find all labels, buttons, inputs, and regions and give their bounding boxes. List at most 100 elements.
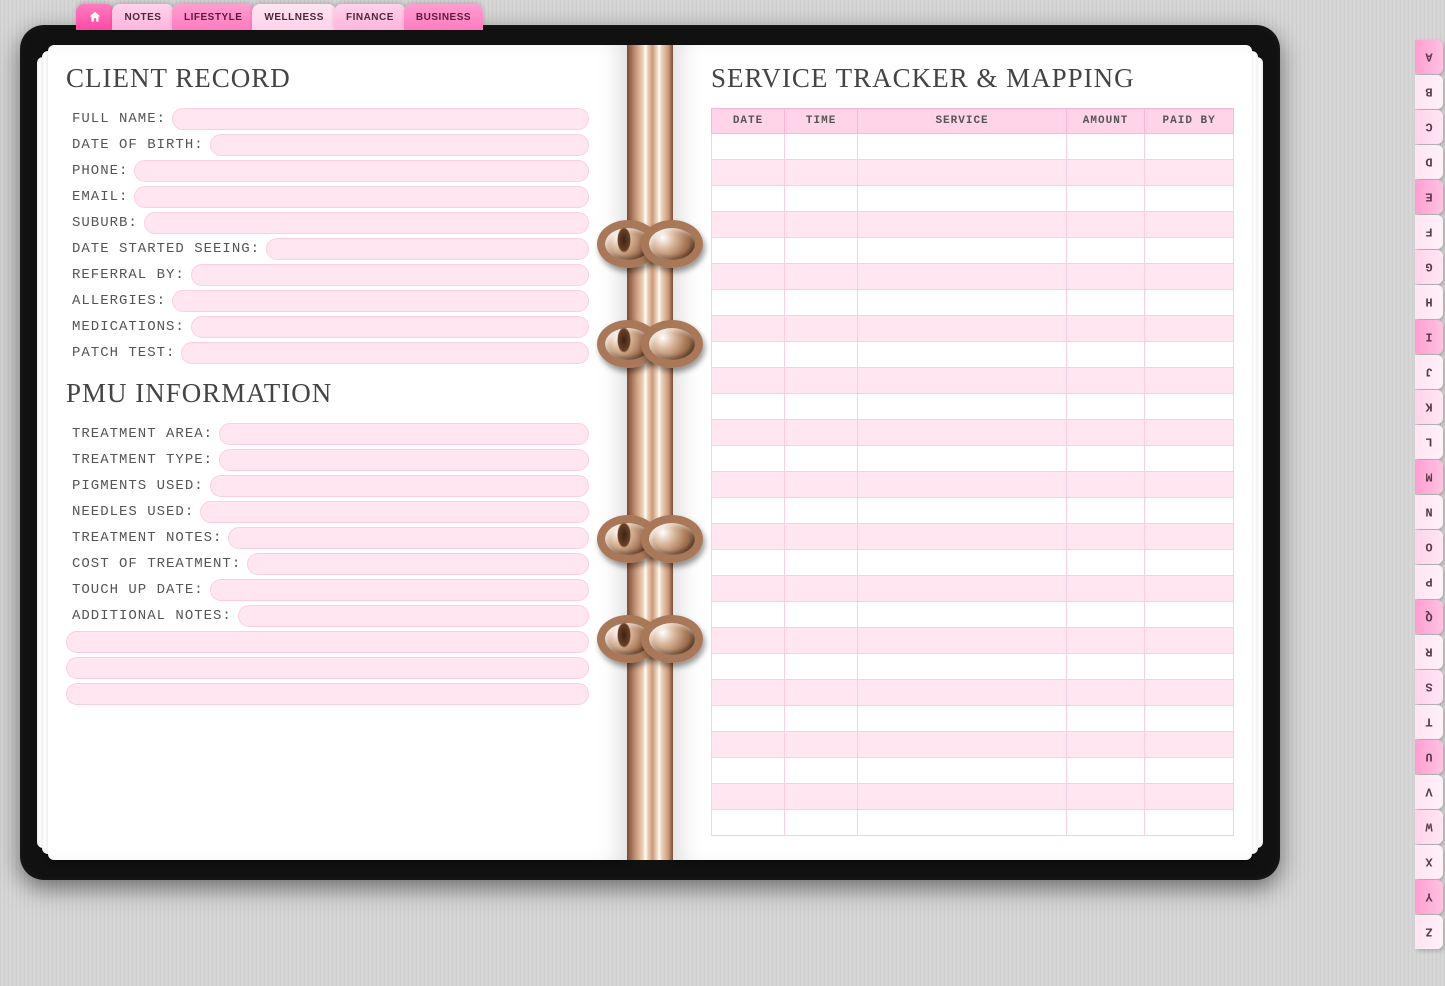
table-cell[interactable] [1145, 758, 1234, 784]
text-input[interactable] [172, 108, 589, 130]
alpha-tab-w[interactable]: W [1415, 810, 1443, 844]
table-cell[interactable] [1145, 134, 1234, 160]
table-cell[interactable] [712, 810, 785, 836]
text-input[interactable] [191, 316, 589, 338]
table-cell[interactable] [858, 446, 1067, 472]
text-input[interactable] [219, 423, 589, 445]
table-cell[interactable] [1145, 160, 1234, 186]
table-cell[interactable] [858, 524, 1067, 550]
table-cell[interactable] [1145, 446, 1234, 472]
alpha-tab-z[interactable]: Z [1415, 915, 1443, 949]
alpha-tab-h[interactable]: H [1415, 285, 1443, 319]
table-cell[interactable] [785, 680, 858, 706]
table-cell[interactable] [1145, 212, 1234, 238]
table-cell[interactable] [712, 498, 785, 524]
table-cell[interactable] [712, 160, 785, 186]
table-cell[interactable] [785, 602, 858, 628]
table-cell[interactable] [1145, 628, 1234, 654]
table-cell[interactable] [785, 810, 858, 836]
table-cell[interactable] [1145, 238, 1234, 264]
table-cell[interactable] [1066, 680, 1144, 706]
table-cell[interactable] [1066, 186, 1144, 212]
table-cell[interactable] [1066, 576, 1144, 602]
table-cell[interactable] [712, 628, 785, 654]
text-input[interactable] [66, 683, 589, 705]
table-cell[interactable] [712, 680, 785, 706]
text-input[interactable] [210, 475, 589, 497]
alpha-tab-c[interactable]: C [1415, 110, 1443, 144]
text-input[interactable] [134, 160, 589, 182]
table-cell[interactable] [1145, 368, 1234, 394]
table-cell[interactable] [1066, 472, 1144, 498]
table-cell[interactable] [712, 472, 785, 498]
table-cell[interactable] [1066, 446, 1144, 472]
table-cell[interactable] [712, 654, 785, 680]
table-cell[interactable] [785, 446, 858, 472]
table-cell[interactable] [785, 238, 858, 264]
table-cell[interactable] [785, 212, 858, 238]
table-cell[interactable] [1066, 316, 1144, 342]
table-cell[interactable] [1145, 524, 1234, 550]
table-cell[interactable] [1145, 264, 1234, 290]
table-cell[interactable] [858, 394, 1067, 420]
table-cell[interactable] [858, 134, 1067, 160]
alpha-tab-f[interactable]: F [1415, 215, 1443, 249]
table-cell[interactable] [1066, 290, 1144, 316]
text-input[interactable] [144, 212, 589, 234]
table-cell[interactable] [1066, 420, 1144, 446]
table-cell[interactable] [1066, 810, 1144, 836]
table-cell[interactable] [1066, 784, 1144, 810]
table-cell[interactable] [712, 784, 785, 810]
table-cell[interactable] [858, 238, 1067, 264]
table-cell[interactable] [1145, 498, 1234, 524]
table-cell[interactable] [712, 342, 785, 368]
table-cell[interactable] [785, 784, 858, 810]
table-cell[interactable] [785, 368, 858, 394]
table-cell[interactable] [712, 368, 785, 394]
tab-business[interactable]: BUSINESS [404, 4, 483, 30]
table-cell[interactable] [712, 446, 785, 472]
table-cell[interactable] [785, 654, 858, 680]
table-cell[interactable] [1145, 316, 1234, 342]
alpha-tab-i[interactable]: I [1415, 320, 1443, 354]
table-cell[interactable] [712, 264, 785, 290]
table-cell[interactable] [1066, 212, 1144, 238]
table-cell[interactable] [785, 524, 858, 550]
table-cell[interactable] [858, 628, 1067, 654]
table-cell[interactable] [858, 784, 1067, 810]
text-input[interactable] [247, 553, 589, 575]
alpha-tab-t[interactable]: T [1415, 705, 1443, 739]
table-cell[interactable] [712, 316, 785, 342]
text-input[interactable] [200, 501, 589, 523]
table-cell[interactable] [1066, 706, 1144, 732]
alpha-tab-v[interactable]: V [1415, 775, 1443, 809]
table-cell[interactable] [1066, 550, 1144, 576]
table-cell[interactable] [1066, 160, 1144, 186]
table-cell[interactable] [785, 264, 858, 290]
table-cell[interactable] [785, 342, 858, 368]
table-cell[interactable] [785, 576, 858, 602]
table-cell[interactable] [858, 342, 1067, 368]
text-input[interactable] [238, 605, 589, 627]
table-cell[interactable] [712, 732, 785, 758]
table-cell[interactable] [785, 316, 858, 342]
table-cell[interactable] [1145, 810, 1234, 836]
table-cell[interactable] [1066, 758, 1144, 784]
alpha-tab-e[interactable]: E [1415, 180, 1443, 214]
table-cell[interactable] [1145, 654, 1234, 680]
table-cell[interactable] [785, 186, 858, 212]
table-cell[interactable] [858, 654, 1067, 680]
table-cell[interactable] [1145, 394, 1234, 420]
table-cell[interactable] [785, 498, 858, 524]
text-input[interactable] [172, 290, 589, 312]
table-cell[interactable] [1145, 732, 1234, 758]
text-input[interactable] [66, 631, 589, 653]
table-cell[interactable] [1145, 420, 1234, 446]
alpha-tab-l[interactable]: L [1415, 425, 1443, 459]
table-cell[interactable] [1066, 498, 1144, 524]
table-cell[interactable] [858, 602, 1067, 628]
table-cell[interactable] [858, 680, 1067, 706]
table-cell[interactable] [712, 420, 785, 446]
table-cell[interactable] [712, 212, 785, 238]
table-cell[interactable] [1066, 628, 1144, 654]
